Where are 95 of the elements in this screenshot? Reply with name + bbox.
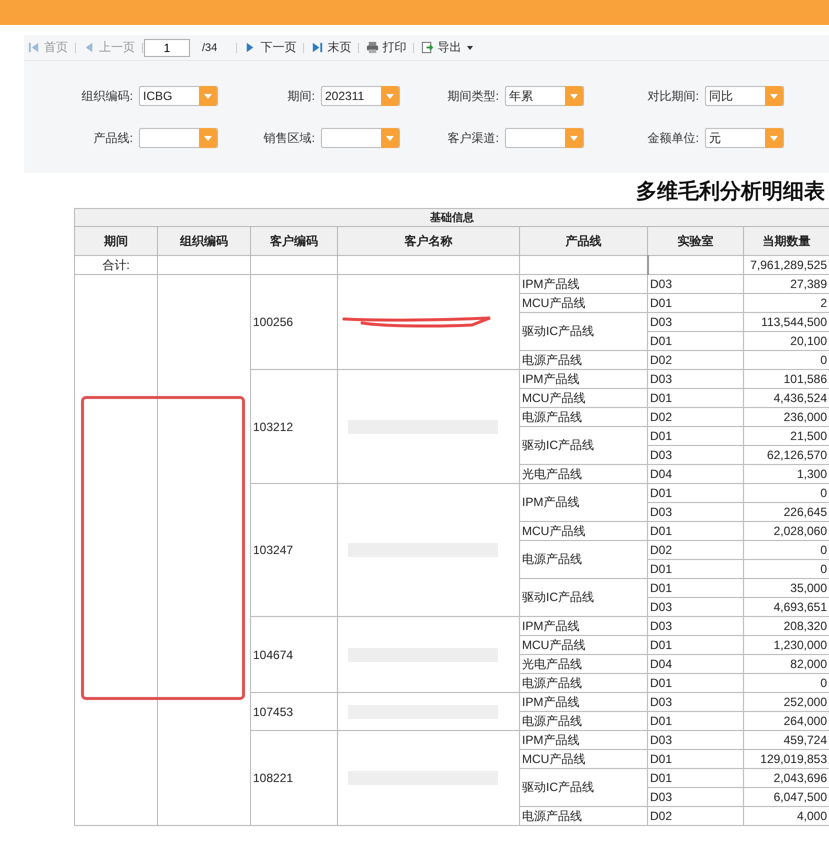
table-cell: 光电产品线 (520, 464, 648, 484)
table-cell: IPM产品线 (520, 692, 648, 712)
filter-label: 期间类型: (448, 88, 499, 104)
table-cell: 108221 (250, 730, 338, 826)
table-cell: 电源产品线 (520, 674, 648, 692)
dropdown-field[interactable]: 年累 (505, 86, 584, 106)
first-page-icon (28, 41, 41, 54)
table-cell: IPM产品线 (520, 274, 648, 294)
table-cell: D01 (648, 578, 744, 598)
report-title: 多维毛利分析明细表 (636, 178, 825, 204)
table-cell: MCU产品线 (520, 294, 648, 312)
table-cell: D03 (648, 692, 744, 712)
table-cell: D03 (648, 446, 744, 464)
filter-label: 组织编码: (82, 88, 133, 104)
table-cell: D03 (648, 598, 744, 616)
table-cell: 电源产品线 (520, 350, 648, 370)
table-cell: D03 (648, 370, 744, 388)
table-cell: IPM产品线 (520, 616, 648, 636)
table-cell: 100256 (250, 274, 338, 370)
table-cell: MCU产品线 (520, 388, 648, 408)
page-number-field[interactable]: 1 (144, 38, 190, 56)
column-header: 当期数量 (744, 226, 829, 256)
column-header: 产品线 (520, 226, 648, 256)
dropdown-field[interactable]: 202311 (321, 86, 400, 106)
caret-icon (467, 46, 474, 50)
dropdown-field[interactable] (139, 128, 218, 148)
print-icon (366, 41, 380, 54)
table-cell: D01 (648, 674, 744, 692)
table-cell: D01 (648, 522, 744, 540)
table-cell: 107453 (250, 692, 338, 730)
table-cell: D03 (648, 312, 744, 332)
export-icon (421, 41, 434, 54)
table-cell: 驱动IC产品线 (520, 578, 648, 616)
table-cell: 103212 (250, 370, 338, 484)
table-cell: D01 (648, 484, 744, 502)
dropdown-field[interactable] (321, 128, 400, 148)
table-cell: 电源产品线 (520, 712, 648, 730)
column-header: 客户名称 (338, 226, 520, 256)
table-cell: 驱动IC产品线 (520, 312, 648, 350)
print-button[interactable]: 打印 (364, 38, 408, 58)
table-cell: D03 (648, 502, 744, 522)
table-cell: MCU产品线 (520, 750, 648, 768)
table-cell: 驱动IC产品线 (520, 426, 648, 464)
table-cell: D03 (648, 730, 744, 750)
filter-label: 产品线: (94, 130, 133, 146)
table-cell: D01 (648, 388, 744, 408)
table-cell: MCU产品线 (520, 522, 648, 540)
column-header: 实验室 (648, 226, 744, 256)
table-cell: D01 (648, 560, 744, 578)
dropdown-field[interactable]: 元 (705, 128, 784, 148)
filter-label: 客户渠道: (448, 130, 499, 146)
total-label: 合计: (74, 256, 158, 274)
table-cell: 电源产品线 (520, 806, 648, 826)
table-cell: D02 (648, 806, 744, 826)
column-group-header: 基础信息 (74, 208, 829, 226)
table-cell: D03 (648, 274, 744, 294)
table-cell: D01 (648, 294, 744, 312)
table-cell: MCU产品线 (520, 636, 648, 654)
filter-label: 金额单位: (648, 130, 699, 146)
table-cell: D01 (648, 636, 744, 654)
last-button[interactable]: 末页 (309, 38, 354, 58)
next-button[interactable]: 下一页 (242, 38, 298, 58)
table-cell: D02 (648, 408, 744, 426)
table-cell: 光电产品线 (520, 654, 648, 674)
table-cell: D04 (648, 654, 744, 674)
table-cell: IPM产品线 (520, 484, 648, 522)
dropdown-field[interactable]: 同比 (705, 86, 784, 106)
table-cell: 驱动IC产品线 (520, 768, 648, 806)
table-cell: D02 (648, 350, 744, 370)
dropdown-field[interactable] (505, 128, 584, 148)
table-cell: IPM产品线 (520, 370, 648, 388)
column-header: 期间 (74, 226, 158, 256)
dropdown-field[interactable]: ICBG (139, 86, 218, 106)
last-page-icon (311, 41, 324, 54)
table-cell: D01 (648, 768, 744, 788)
table-cell: D03 (648, 788, 744, 806)
column-header: 客户编码 (250, 226, 338, 256)
column-header: 组织编码 (158, 226, 250, 256)
table-cell: D03 (648, 616, 744, 636)
table-cell: D01 (648, 332, 744, 350)
table-cell: D04 (648, 464, 744, 484)
page-total: /34 (202, 42, 218, 54)
filter-label: 期间: (288, 88, 315, 104)
table-cell: D01 (648, 750, 744, 768)
table-cell: 104674 (250, 616, 338, 692)
table-cell: D02 (648, 540, 744, 560)
filter-label: 销售区域: (264, 130, 315, 146)
filter-label: 对比期间: (648, 88, 699, 104)
table-cell: IPM产品线 (520, 730, 648, 750)
table-cell: 电源产品线 (520, 540, 648, 578)
table-cell: 电源产品线 (520, 408, 648, 426)
table-cell: D01 (648, 712, 744, 730)
table-cell: D01 (648, 426, 744, 446)
table-cell: 103247 (250, 484, 338, 616)
export-button[interactable]: 导出 (419, 38, 476, 58)
